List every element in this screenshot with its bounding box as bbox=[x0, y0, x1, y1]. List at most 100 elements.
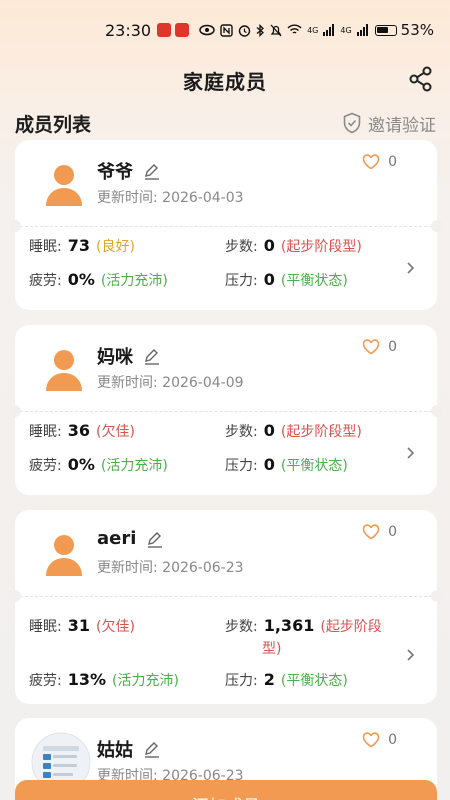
edit-icon[interactable] bbox=[143, 162, 161, 180]
updated-time: 更新时间: 2026-04-03 bbox=[97, 187, 244, 207]
signal-icon bbox=[323, 24, 335, 36]
sleep-label: 睡眠: bbox=[29, 239, 62, 255]
fatigue-label: 疲劳: bbox=[29, 273, 62, 289]
fatigue-label: 疲劳: bbox=[29, 673, 62, 689]
network-type-label: 4G bbox=[307, 25, 319, 35]
member-card[interactable]: 妈咪 更新时间: 2026-04-09 0 睡眠: 36 (欠佳) 步数: 0 (起步阶… bbox=[9, 325, 443, 495]
divider bbox=[15, 411, 437, 412]
section-title: 成员列表 bbox=[15, 113, 92, 136]
sleep-status: (良好) bbox=[95, 239, 135, 255]
like-button[interactable]: 0 bbox=[362, 524, 397, 540]
invite-label: 邀请验证 bbox=[368, 115, 436, 136]
sleep-value: 73 bbox=[67, 236, 90, 255]
steps-label: 步数: bbox=[225, 239, 258, 255]
fatigue-value: 0% bbox=[67, 270, 95, 289]
edit-icon[interactable] bbox=[143, 347, 161, 365]
battery-icon bbox=[374, 24, 397, 36]
heart-icon bbox=[362, 732, 380, 748]
sleep-value: 36 bbox=[67, 421, 90, 440]
updated-prefix: 更新时间: bbox=[97, 560, 163, 576]
pressure-label: 压力: bbox=[225, 458, 258, 474]
member-card[interactable]: aeri 更新时间: 2026-06-23 0 睡眠: 31 (欠佳) 步数: 1,3… bbox=[9, 510, 443, 704]
pressure-value: 0 bbox=[263, 455, 275, 474]
battery-percent: 53% bbox=[400, 21, 434, 39]
like-button[interactable]: 0 bbox=[362, 339, 397, 355]
status-bar: 23:30 4G 4G 53% bbox=[0, 0, 450, 60]
fatigue-label: 疲劳: bbox=[29, 458, 62, 474]
updated-date: 2026-06-23 bbox=[162, 560, 244, 576]
share-icon[interactable] bbox=[408, 66, 434, 92]
updated-time: 更新时间: 2026-06-23 bbox=[97, 557, 244, 577]
fatigue-stat: 疲劳: 13% (活力充沛) bbox=[29, 670, 179, 690]
like-count: 0 bbox=[388, 732, 397, 748]
fatigue-stat: 疲劳: 0% (活力充沛) bbox=[29, 270, 168, 290]
steps-stat: 步数: 0 (起步阶段型) bbox=[225, 236, 362, 256]
chevron-right-icon[interactable] bbox=[405, 447, 417, 459]
like-count: 0 bbox=[388, 339, 397, 355]
chevron-right-icon[interactable] bbox=[405, 649, 417, 661]
edit-icon[interactable] bbox=[143, 740, 161, 758]
add-member-button[interactable]: 添加成员 bbox=[15, 780, 437, 800]
member-name: aeri bbox=[97, 528, 137, 549]
divider bbox=[15, 226, 437, 227]
pressure-stat: 压力: 0 (平衡状态) bbox=[225, 270, 348, 290]
steps-status-cont: 型) bbox=[262, 641, 282, 657]
fatigue-status: (活力充沛) bbox=[112, 673, 179, 689]
sleep-status: (欠佳) bbox=[95, 424, 135, 440]
pressure-status: (平衡状态) bbox=[280, 458, 348, 474]
steps-label: 步数: bbox=[225, 424, 258, 440]
avatar-icon bbox=[46, 535, 82, 576]
pressure-status: (平衡状态) bbox=[280, 273, 348, 289]
sleep-label: 睡眠: bbox=[29, 619, 62, 635]
updated-date: 2026-04-09 bbox=[162, 375, 244, 391]
invite-verify-button[interactable]: 邀请验证 bbox=[342, 111, 436, 136]
signal-icon bbox=[356, 24, 368, 36]
app-notification-icon bbox=[157, 23, 172, 37]
steps-status-wrap: 型) bbox=[262, 638, 281, 658]
like-button[interactable]: 0 bbox=[362, 154, 397, 170]
avatar-icon bbox=[46, 350, 82, 391]
steps-stat: 步数: 0 (起步阶段型) bbox=[225, 421, 362, 441]
member-name: 妈咪 bbox=[97, 347, 133, 368]
fatigue-value: 0% bbox=[67, 455, 95, 474]
member-name: 姑姑 bbox=[97, 740, 133, 761]
nfc-icon bbox=[220, 23, 233, 37]
app-notification-icon bbox=[175, 23, 190, 37]
chevron-right-icon[interactable] bbox=[405, 262, 417, 274]
status-icons: 4G 4G bbox=[199, 23, 369, 37]
steps-value: 1,361 bbox=[263, 616, 315, 635]
fatigue-stat: 疲劳: 0% (活力充沛) bbox=[29, 455, 168, 475]
fatigue-status: (活力充沛) bbox=[100, 458, 168, 474]
page-title: 家庭成员 bbox=[183, 69, 267, 94]
pressure-stat: 压力: 2 (平衡状态) bbox=[225, 670, 348, 690]
pressure-label: 压力: bbox=[225, 673, 258, 689]
steps-status: (起步阶段型) bbox=[280, 239, 362, 255]
member-card[interactable]: 爷爷 更新时间: 2026-04-03 0 睡眠: 73 (良好) 步数: 0 (起步阶… bbox=[9, 140, 443, 310]
pressure-value: 2 bbox=[263, 670, 275, 689]
updated-prefix: 更新时间: bbox=[97, 375, 163, 391]
mute-icon bbox=[270, 24, 282, 36]
steps-status: (起步阶段 bbox=[320, 619, 382, 635]
like-count: 0 bbox=[388, 524, 397, 540]
updated-date: 2026-04-03 bbox=[162, 190, 244, 206]
like-button[interactable]: 0 bbox=[362, 732, 397, 748]
divider bbox=[15, 596, 437, 597]
heart-icon bbox=[362, 154, 380, 170]
sleep-stat: 睡眠: 73 (良好) bbox=[29, 236, 135, 256]
heart-icon bbox=[362, 524, 380, 540]
steps-value: 0 bbox=[263, 236, 275, 255]
add-member-label: 添加成员 bbox=[192, 792, 260, 800]
bluetooth-icon bbox=[256, 23, 265, 37]
edit-icon[interactable] bbox=[146, 530, 164, 548]
status-time: 23:30 bbox=[104, 20, 152, 40]
alarm-icon bbox=[238, 24, 251, 37]
updated-time: 更新时间: 2026-04-09 bbox=[97, 372, 244, 392]
pressure-label: 压力: bbox=[225, 273, 258, 289]
steps-status: (起步阶段型) bbox=[280, 424, 362, 440]
pressure-status: (平衡状态) bbox=[280, 673, 348, 689]
sleep-stat: 睡眠: 36 (欠佳) bbox=[29, 421, 135, 441]
section-header: 成员列表 邀请验证 bbox=[15, 108, 436, 138]
pressure-stat: 压力: 0 (平衡状态) bbox=[225, 455, 348, 475]
pressure-value: 0 bbox=[263, 270, 275, 289]
steps-label: 步数: bbox=[225, 619, 258, 635]
